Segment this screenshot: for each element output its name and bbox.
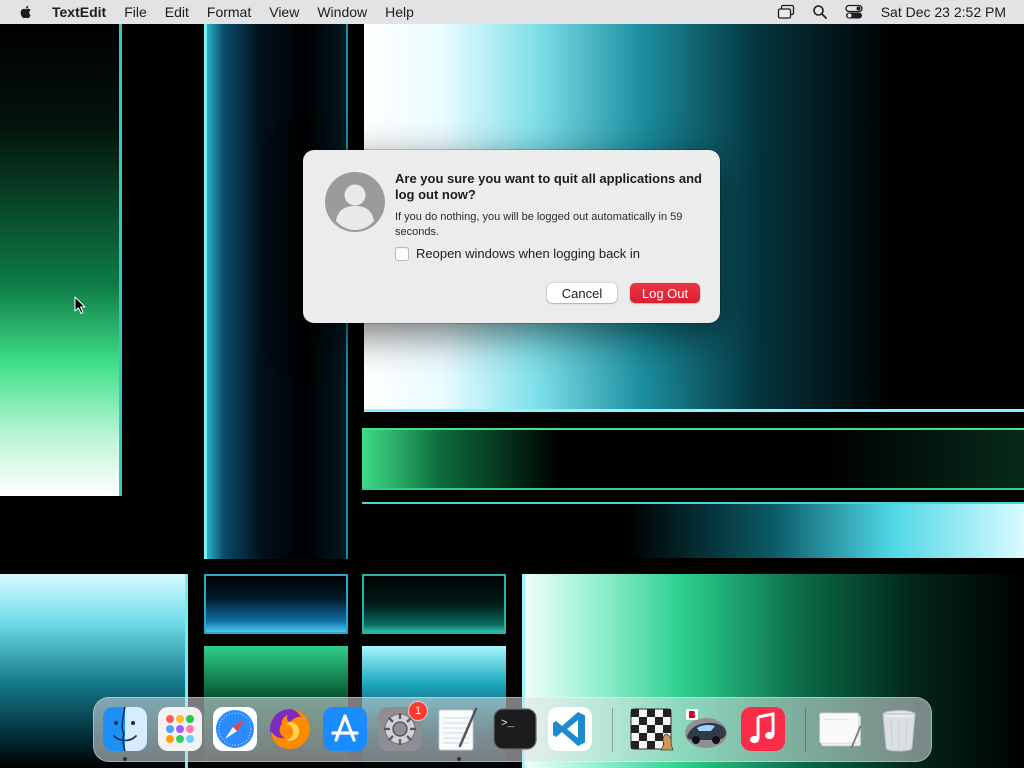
wallpaper-panel [362, 428, 1024, 490]
wallpaper-panel [362, 502, 1024, 558]
dialog-title: Are you sure you want to quit all applic… [395, 171, 702, 202]
app-menu-textedit[interactable]: TextEdit [52, 0, 115, 24]
menu-bar: TextEdit File Edit Format View Window He… [0, 0, 1024, 24]
reopen-windows-label: Reopen windows when logging back in [416, 246, 641, 261]
music-icon[interactable] [740, 706, 786, 752]
cancel-button[interactable]: Cancel [547, 283, 617, 303]
menu-format[interactable]: Format [198, 0, 260, 24]
apple-menu-icon[interactable] [18, 4, 34, 20]
safari-icon[interactable] [212, 706, 258, 752]
finder-icon[interactable] [102, 706, 148, 752]
launchpad-icon[interactable] [157, 706, 203, 752]
wallpaper-panel [362, 574, 506, 634]
desktop-wallpaper [0, 0, 1024, 768]
running-indicator [457, 757, 461, 761]
dialog-message: If you do nothing, you will be logged ou… [395, 211, 683, 238]
menu-edit[interactable]: Edit [156, 0, 198, 24]
screen-mirroring-icon[interactable] [776, 2, 796, 22]
document-stack-icon[interactable] [818, 706, 864, 752]
terminal-icon[interactable]: >_ [492, 706, 538, 752]
control-center-icon[interactable] [844, 2, 864, 22]
reopen-windows-checkbox[interactable] [395, 246, 409, 261]
menu-bar-clock[interactable]: Sat Dec 23 2:52 PM [881, 4, 1006, 20]
trash-icon[interactable] [876, 706, 922, 752]
chess-icon[interactable] [628, 706, 674, 752]
app-store-icon[interactable] [322, 706, 368, 752]
spotlight-search-icon[interactable] [810, 2, 830, 22]
log-out-button[interactable]: Log Out [630, 283, 700, 303]
dock: 1 >_ [93, 697, 932, 762]
menu-extras: Sat Dec 23 2:52 PM [769, 0, 1024, 24]
menu-view[interactable]: View [260, 0, 308, 24]
system-settings-icon[interactable]: 1 [377, 702, 427, 752]
user-avatar-icon [325, 172, 385, 232]
notification-badge: 1 [409, 702, 427, 720]
firefox-icon[interactable] [267, 706, 313, 752]
running-indicator [123, 757, 127, 761]
menu-window[interactable]: Window [308, 0, 376, 24]
dock-separator [805, 708, 806, 752]
wallpaper-panel [0, 24, 122, 496]
terminal-prompt: >_ [501, 718, 515, 730]
menu-file[interactable]: File [115, 0, 156, 24]
menu-help[interactable]: Help [376, 0, 423, 24]
wallpaper-panel [204, 574, 348, 634]
reopen-windows-option[interactable]: Reopen windows when logging back in [395, 246, 640, 261]
textedit-icon[interactable] [434, 706, 480, 752]
mouse-pointer-icon [74, 296, 86, 314]
racing-game-icon[interactable] [683, 706, 729, 752]
vscode-icon[interactable] [547, 706, 593, 752]
logout-confirmation-dialog: Are you sure you want to quit all applic… [303, 150, 720, 323]
dock-separator [612, 708, 613, 752]
